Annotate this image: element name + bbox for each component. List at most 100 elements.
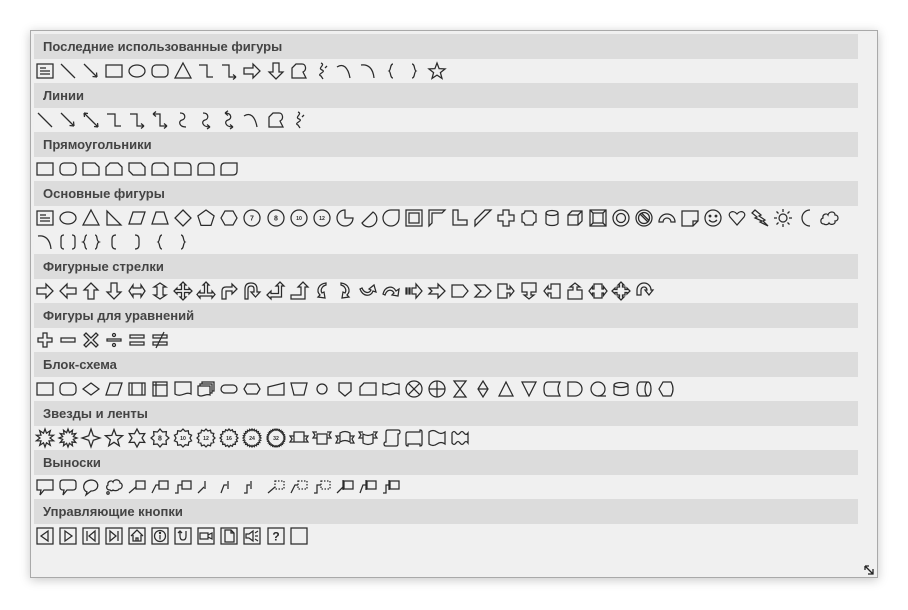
star-5-point-icon[interactable] — [103, 426, 125, 450]
flowchart-manual-input-icon[interactable] — [265, 377, 287, 401]
left-brace-icon[interactable] — [149, 230, 171, 254]
quad-arrow-icon[interactable] — [172, 279, 194, 303]
rectangle-icon[interactable] — [103, 59, 125, 83]
flowchart-sequential-access-icon[interactable] — [587, 377, 609, 401]
oval-icon[interactable] — [126, 59, 148, 83]
explosion-1-icon[interactable] — [34, 426, 56, 450]
snip-same-side-rectangle-icon[interactable] — [103, 157, 125, 181]
curved-ribbon-down-icon[interactable] — [357, 426, 379, 450]
rounded-rectangle-icon[interactable] — [149, 59, 171, 83]
donut-icon[interactable] — [610, 206, 632, 230]
line-callout-1-icon[interactable] — [126, 475, 148, 499]
parallelogram-icon[interactable] — [126, 206, 148, 230]
arrow-line-icon[interactable] — [80, 59, 102, 83]
elbow-arrow-connector-icon[interactable] — [126, 108, 148, 132]
flowchart-collate-icon[interactable] — [449, 377, 471, 401]
flowchart-document-icon[interactable] — [172, 377, 194, 401]
flowchart-multidocument-icon[interactable] — [195, 377, 217, 401]
action-home-icon[interactable] — [126, 524, 148, 548]
round-diagonal-rectangle-icon[interactable] — [218, 157, 240, 181]
wave-icon[interactable] — [426, 426, 448, 450]
elbow-arrow-connector-icon[interactable] — [218, 59, 240, 83]
curved-left-arrow-icon[interactable] — [334, 279, 356, 303]
bevel-icon[interactable] — [587, 206, 609, 230]
line-callout-3-border-accent-icon[interactable] — [380, 475, 402, 499]
ribbon-down-icon[interactable] — [311, 426, 333, 450]
line-callout-2-accent-bar-icon[interactable] — [218, 475, 240, 499]
line-callout-3-accent-bar-icon[interactable] — [241, 475, 263, 499]
quad-arrow-callout-icon[interactable] — [610, 279, 632, 303]
left-arrow-icon[interactable] — [57, 279, 79, 303]
not-equal-icon[interactable] — [149, 328, 171, 352]
smiley-face-icon[interactable] — [702, 206, 724, 230]
triangle-icon[interactable] — [80, 206, 102, 230]
striped-right-arrow-icon[interactable] — [403, 279, 425, 303]
circular-arrow-icon[interactable] — [633, 279, 655, 303]
star-24-point-icon[interactable]: 24 — [241, 426, 263, 450]
curved-arrow-connector-icon[interactable] — [195, 108, 217, 132]
rectangular-callout-icon[interactable] — [34, 475, 56, 499]
right-brace-icon[interactable] — [172, 230, 194, 254]
double-arrow-line-icon[interactable] — [80, 108, 102, 132]
line-callout-2-no-border-icon[interactable] — [288, 475, 310, 499]
dodecagon-icon[interactable]: 12 — [311, 206, 333, 230]
flowchart-sort-icon[interactable] — [472, 377, 494, 401]
flowchart-punched-tape-icon[interactable] — [380, 377, 402, 401]
equal-icon[interactable] — [126, 328, 148, 352]
flowchart-or-icon[interactable] — [426, 377, 448, 401]
oval-icon[interactable] — [57, 206, 79, 230]
flowchart-alternate-process-icon[interactable] — [57, 377, 79, 401]
no-symbol-icon[interactable] — [633, 206, 655, 230]
plaque-icon[interactable] — [518, 206, 540, 230]
plus-icon[interactable] — [34, 328, 56, 352]
line-callout-2-icon[interactable] — [149, 475, 171, 499]
rounded-rectangular-callout-icon[interactable] — [57, 475, 79, 499]
curved-connector-icon[interactable] — [172, 108, 194, 132]
left-bracket-icon[interactable] — [103, 230, 125, 254]
double-bracket-icon[interactable] — [57, 230, 79, 254]
double-brace-icon[interactable] — [80, 230, 102, 254]
up-down-arrow-icon[interactable] — [149, 279, 171, 303]
moon-icon[interactable] — [795, 206, 817, 230]
ribbon-up-icon[interactable] — [288, 426, 310, 450]
triangle-icon[interactable] — [172, 59, 194, 83]
can-icon[interactable] — [541, 206, 563, 230]
multiply-icon[interactable] — [80, 328, 102, 352]
star-10-point-icon[interactable]: 10 — [172, 426, 194, 450]
snip-round-rectangle-icon[interactable] — [149, 157, 171, 181]
bent-up-arrow-icon[interactable] — [288, 279, 310, 303]
flowchart-off-page-connector-icon[interactable] — [334, 377, 356, 401]
line-icon[interactable] — [57, 59, 79, 83]
bent-arrow-icon[interactable] — [218, 279, 240, 303]
flowchart-extract-icon[interactable] — [495, 377, 517, 401]
minus-icon[interactable] — [57, 328, 79, 352]
explosion-2-icon[interactable] — [57, 426, 79, 450]
action-return-icon[interactable] — [172, 524, 194, 548]
curved-double-arrow-connector-icon[interactable] — [218, 108, 240, 132]
snip-diagonal-rectangle-icon[interactable] — [126, 157, 148, 181]
action-information-icon[interactable] — [149, 524, 171, 548]
curved-right-arrow-icon[interactable] — [311, 279, 333, 303]
scribble-icon[interactable] — [288, 108, 310, 132]
right-triangle-icon[interactable] — [103, 206, 125, 230]
vertical-scroll-icon[interactable] — [380, 426, 402, 450]
heptagon-icon[interactable]: 7 — [241, 206, 263, 230]
cloud-icon[interactable] — [818, 206, 840, 230]
division-icon[interactable] — [103, 328, 125, 352]
action-help-icon[interactable]: ? — [265, 524, 287, 548]
flowchart-process-icon[interactable] — [34, 377, 56, 401]
text-box-icon[interactable] — [34, 59, 56, 83]
double-wave-icon[interactable] — [449, 426, 471, 450]
flowchart-decision-icon[interactable] — [80, 377, 102, 401]
flowchart-predefined-process-icon[interactable] — [126, 377, 148, 401]
down-arrow-icon[interactable] — [103, 279, 125, 303]
scribble-icon[interactable] — [311, 59, 333, 83]
curved-ribbon-up-icon[interactable] — [334, 426, 356, 450]
oval-callout-icon[interactable] — [80, 475, 102, 499]
star-16-point-icon[interactable]: 16 — [218, 426, 240, 450]
arc-icon[interactable] — [34, 230, 56, 254]
left-right-arrow-callout-icon[interactable] — [587, 279, 609, 303]
elbow-double-arrow-connector-icon[interactable] — [149, 108, 171, 132]
trapezoid-icon[interactable] — [149, 206, 171, 230]
flowchart-stored-data-icon[interactable] — [541, 377, 563, 401]
